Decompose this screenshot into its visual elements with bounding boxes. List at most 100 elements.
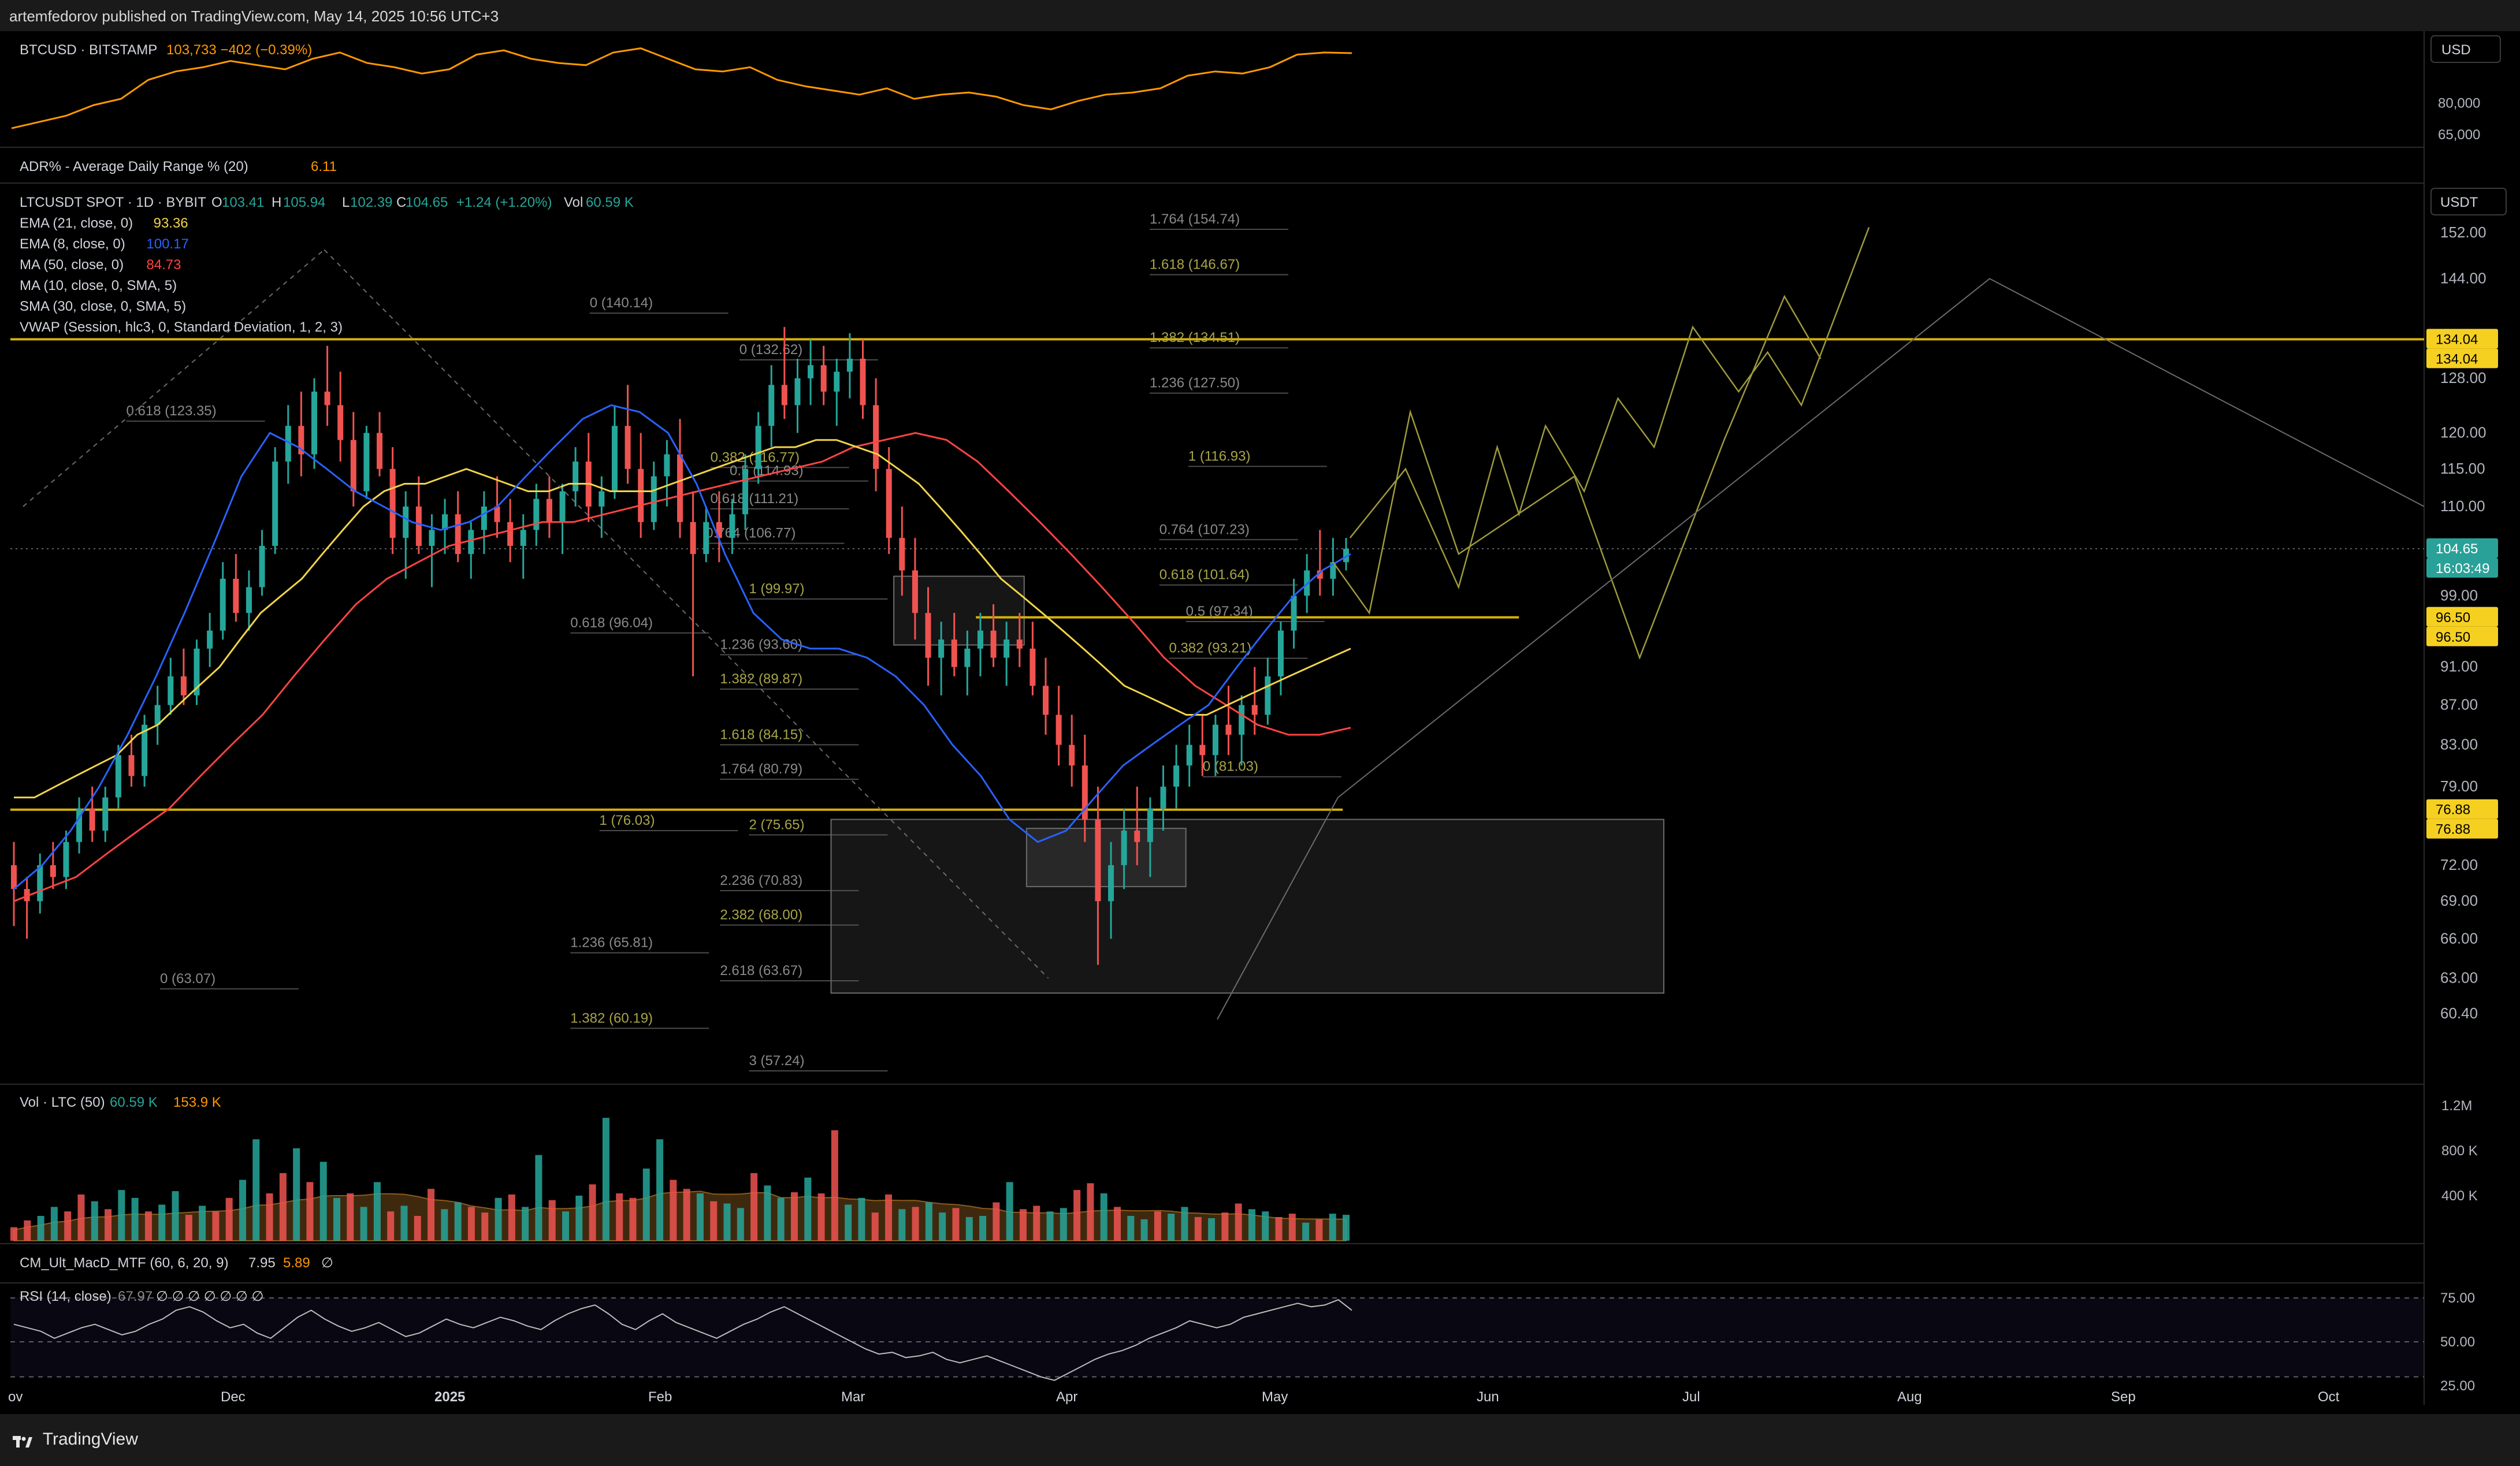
indicator-legend: EMA (8, close, 0) xyxy=(20,236,125,252)
volume-bar xyxy=(1087,1183,1094,1241)
candle-body xyxy=(1069,745,1075,766)
price-badge: 96.50 xyxy=(2426,626,2498,646)
candle-body xyxy=(1173,765,1180,787)
candle-body xyxy=(664,454,670,477)
candle-body xyxy=(1147,808,1153,842)
volume-bar xyxy=(1194,1217,1202,1241)
btc-last-value: 103,733 −402 (−0.39%) xyxy=(166,42,312,58)
volume-title: Vol · LTC (50) xyxy=(20,1095,105,1110)
candle-body xyxy=(63,842,69,877)
volume-y-tick: 1.2M xyxy=(2441,1098,2472,1114)
tradingview-logo[interactable]: TradingView xyxy=(13,1430,138,1449)
price-zone[interactable] xyxy=(830,818,1664,994)
candle-body xyxy=(350,440,356,492)
time-label: 2025 xyxy=(434,1389,465,1405)
volume-bar xyxy=(414,1216,421,1241)
volume-bar xyxy=(723,1203,731,1241)
volume-bar xyxy=(360,1207,367,1241)
volume-bar xyxy=(1114,1207,1121,1241)
volume-bar xyxy=(1168,1214,1175,1241)
fib-label: 1.764 (80.79) xyxy=(720,761,802,777)
rsi-y-tick: 50.00 xyxy=(2440,1334,2475,1350)
candle-body xyxy=(154,705,161,725)
candle-body xyxy=(690,522,696,555)
volume-bar xyxy=(1033,1205,1040,1241)
volume-bar xyxy=(548,1200,556,1241)
candle-body xyxy=(638,468,644,522)
volume-bar xyxy=(979,1216,987,1241)
price-badge: 76.88 xyxy=(2426,818,2498,839)
currency-usd-button[interactable]: USD xyxy=(2430,35,2501,63)
volume-bar xyxy=(131,1197,139,1241)
candle-body xyxy=(207,630,213,649)
volume-bar xyxy=(1235,1203,1242,1241)
volume-bar xyxy=(1127,1216,1135,1241)
candle-body xyxy=(220,578,226,631)
volume-bar xyxy=(319,1162,327,1241)
fib-label: 3 (57.24) xyxy=(749,1053,804,1069)
volume-bar xyxy=(925,1202,932,1241)
volume-bar xyxy=(373,1182,381,1241)
fib-label: 1.382 (134.51) xyxy=(1150,330,1240,345)
volume-bar xyxy=(1060,1208,1067,1241)
volume-bar xyxy=(1343,1215,1350,1241)
candle-body xyxy=(50,865,56,877)
macd-pane[interactable]: CM_Ult_MacD_MTF (60, 6, 20, 9) 7.95 5.89 ∅ xyxy=(20,1255,333,1271)
volume-bar xyxy=(737,1208,744,1241)
rsi-y-tick: 25.00 xyxy=(2440,1378,2475,1394)
volume-bar xyxy=(24,1220,31,1241)
candle-body xyxy=(1043,686,1049,715)
fib-label: 1.236 (93.60) xyxy=(720,637,802,652)
volume-bar xyxy=(670,1180,677,1241)
candle-body xyxy=(925,613,931,658)
indicator-legend: SMA (30, close, 0, SMA, 5) xyxy=(20,299,186,314)
ltc-y-tick: 99.00 xyxy=(2440,586,2478,604)
candle-body xyxy=(559,491,566,522)
fib-label: 0.764 (107.23) xyxy=(1159,522,1250,537)
candle-body xyxy=(677,454,683,522)
candle-body xyxy=(1277,630,1284,676)
ltc-y-tick: 152.00 xyxy=(2440,224,2486,241)
candle-body xyxy=(102,797,109,831)
fib-label: 1.236 (65.81) xyxy=(570,935,653,951)
ltc-y-tick: 144.00 xyxy=(2440,269,2486,286)
candle-body xyxy=(781,385,787,405)
currency-label: USDT xyxy=(2440,195,2478,210)
volume-bar xyxy=(616,1193,623,1241)
volume-bar xyxy=(1275,1217,1283,1241)
rsi-value: 67.97 xyxy=(118,1289,153,1304)
time-label: Feb xyxy=(648,1389,672,1405)
volume-bar xyxy=(1329,1214,1336,1241)
adr-title: ADR% - Average Daily Range % (20) xyxy=(20,159,248,174)
time-label: May xyxy=(1262,1389,1288,1405)
candle-body xyxy=(1055,715,1062,745)
ltc-y-tick: 69.00 xyxy=(2440,892,2478,909)
candle-body xyxy=(377,433,383,469)
price-badge: 104.65 xyxy=(2426,538,2498,558)
candle-body xyxy=(1265,676,1271,715)
volume-bar xyxy=(50,1207,58,1241)
price-badge: 134.04 xyxy=(2426,348,2498,369)
volume-bar xyxy=(710,1201,718,1241)
volume-bar xyxy=(77,1194,85,1241)
volume-bar xyxy=(1248,1209,1255,1241)
chart-area[interactable]: BTCUSD · BITSTAMP 103,733 −402 (−0.39%) US… xyxy=(0,31,2520,1405)
price-badge-label: 134.04 xyxy=(2436,332,2478,347)
time-label: Aug xyxy=(1897,1389,1922,1405)
time-label: Sep xyxy=(2111,1389,2136,1405)
volume-bar xyxy=(535,1155,542,1241)
candle-body xyxy=(820,365,827,392)
fib-label: 1.382 (89.87) xyxy=(720,671,802,687)
currency-usdt-button[interactable]: USDT xyxy=(2430,188,2507,215)
candle-body xyxy=(611,426,618,492)
candle-body xyxy=(912,570,918,613)
publish-header: artemfedorov published on TradingView.co… xyxy=(0,0,2520,31)
candle-body xyxy=(520,530,526,546)
ohlc-l_val: 102.39 xyxy=(350,195,392,210)
fib-label: 0.5 (97.34) xyxy=(1186,604,1253,619)
volume-bar xyxy=(441,1209,448,1241)
rsi-pane[interactable]: RSI (14, close) 67.97 ∅ ∅ ∅ ∅ ∅ ∅ ∅ xyxy=(10,1289,2424,1381)
candle-body xyxy=(873,405,879,469)
time-label: Jul xyxy=(1682,1389,1700,1405)
candle-body xyxy=(1108,865,1114,902)
